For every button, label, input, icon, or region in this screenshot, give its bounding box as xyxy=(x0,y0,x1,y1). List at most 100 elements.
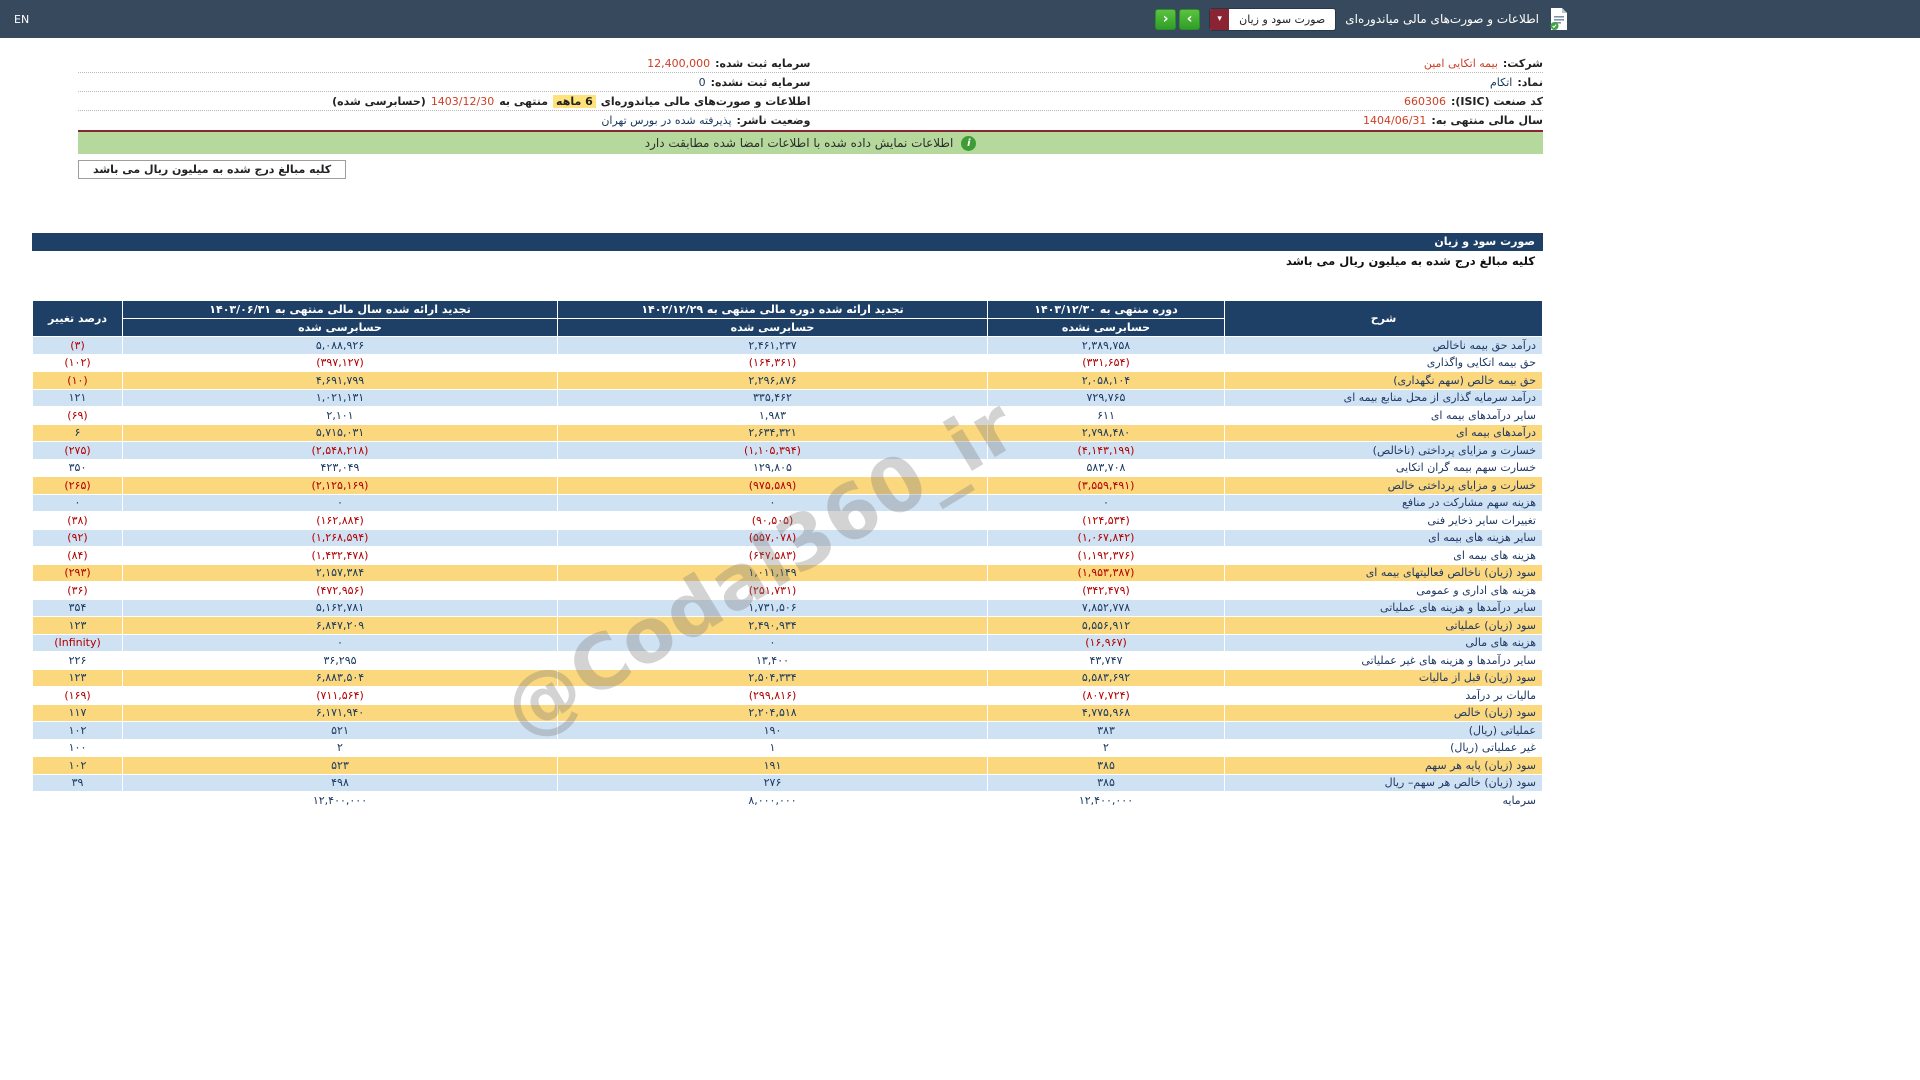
isic-value: 660306 xyxy=(1403,94,1446,108)
unit-note-box: کلیه مبالغ درج شده به میلیون ریال می باش… xyxy=(78,160,347,179)
subheader-unaudited: حسابرسی نشده xyxy=(987,318,1225,337)
subheader-audited-period: حسابرسی شده xyxy=(557,318,988,337)
cell-current-period: ۵۸۳,۷۰۸ xyxy=(987,458,1225,477)
cell-restated-year: (۱,۴۳۲,۴۷۸) xyxy=(122,546,558,565)
cell-description: سود (زیان) قبل از مالیات xyxy=(1224,668,1543,687)
table-row: درآمدهای بیمه ای ۲,۷۹۸,۴۸۰ ۲,۶۳۴,۳۲۱ ۵,۷۱۵,… xyxy=(32,423,1543,442)
cell-change-percent: ۱۰۲ xyxy=(32,756,123,775)
cell-restated-period: ۱,۹۸۳ xyxy=(557,406,988,425)
topbar: اطلاعات و صورت‌های مالی میاندوره‌ای صورت… xyxy=(0,0,1920,38)
cell-current-period: ۱۲,۴۰۰,۰۰۰ xyxy=(987,791,1225,810)
table-row: سود (زیان) قبل از مالیات ۵,۵۸۳,۶۹۲ ۲,۵۰۴,۳… xyxy=(32,668,1543,687)
cell-restated-period: ۲,۵۰۴,۳۳۴ xyxy=(557,668,988,687)
cell-change-percent: ۱۲۳ xyxy=(32,668,123,687)
fiscal-year-label: سال مالی منتهی به: xyxy=(1431,114,1543,127)
cell-restated-period: ۸,۰۰۰,۰۰۰ xyxy=(557,791,988,810)
cell-restated-year: ۱۲,۴۰۰,۰۰۰ xyxy=(122,791,558,810)
cell-restated-year: ۵۲۳ xyxy=(122,756,558,775)
next-statement-button[interactable]: › xyxy=(1155,8,1177,30)
table-row: تغییرات سایر ذخایر فنی (۱۲۴,۵۳۴) (۹۰,۵۰۵)(… xyxy=(32,511,1543,530)
subheader-audited-year: حسابرسی شده xyxy=(122,318,558,337)
registered-capital-field: سرمایه ثبت شده: 12,400,000 xyxy=(78,56,811,70)
cell-restated-year: ۶,۸۸۳,۵۰۴ xyxy=(122,668,558,687)
interim-mid: منتهی به xyxy=(499,94,549,108)
cell-change-percent: (۶۹) xyxy=(32,406,123,425)
statement-section: صورت سود و زیان کلیه مبالغ درج شده به می… xyxy=(32,233,1543,810)
cell-restated-year: (۷۱۱,۵۶۴) xyxy=(122,686,558,705)
cell-restated-period: ۱۲۹,۸۰۵ xyxy=(557,458,988,477)
cell-current-period: (۱,۹۵۳,۳۸۷) xyxy=(987,563,1225,582)
table-row: درآمد سرمایه گذاری از محل منابع بیمه ای ۷… xyxy=(32,388,1543,407)
cell-restated-period: ۱ xyxy=(557,738,988,757)
chevron-right-icon: › xyxy=(1162,11,1169,27)
info-row: شرکت: بیمه اتکایی امین سرمایه ثبت شده: 1… xyxy=(78,54,1543,73)
info-icon: i xyxy=(961,135,977,151)
cell-restated-period: ۲۷۶ xyxy=(557,773,988,792)
symbol-label: نماد: xyxy=(1517,75,1543,89)
cell-restated-period: (۹۰,۵۰۵) xyxy=(557,511,988,530)
table-row: سود (زیان) خالص ۴,۷۷۵,۹۶۸ ۲,۲۰۴,۵۱۸ ۶,۱۷۱,۹… xyxy=(32,703,1543,722)
cell-current-period: (۱,۰۶۷,۸۴۲) xyxy=(987,528,1225,547)
cell-description: سود (زیان) خالص xyxy=(1224,703,1543,722)
cell-description: حق بیمه اتکایی واگذاری xyxy=(1224,353,1543,372)
cell-current-period: ۲,۷۹۸,۴۸۰ xyxy=(987,423,1225,442)
info-row: نماد: اتکام سرمایه ثبت نشده: 0 xyxy=(78,73,1543,92)
table-row: هزینه های اداری و عمومی (۳۴۲,۴۷۹) (۲۵۱,۷۳۱… xyxy=(32,581,1543,600)
registered-capital-label: سرمایه ثبت شده: xyxy=(715,56,811,70)
cell-restated-year: (۳۹۷,۱۲۷) xyxy=(122,353,558,372)
cell-current-period: ۳۸۵ xyxy=(987,773,1225,792)
report-icon[interactable] xyxy=(1549,7,1569,31)
interim-statement-field: اطلاعات و صورت‌های مالی میاندوره‌ای 6 ما… xyxy=(78,94,811,108)
cell-restated-period: ۲,۴۶۱,۲۳۷ xyxy=(557,336,988,355)
cell-current-period: (۸۰۷,۷۲۴) xyxy=(987,686,1225,705)
cell-description: غیر عملیاتی (ریال) xyxy=(1224,738,1543,757)
col-header-current-period: دوره منتهی به ۱۴۰۳/۱۲/۳۰ xyxy=(987,300,1225,319)
table-row: سود (زیان) پایه هر سهم ۳۸۵ ۱۹۱ ۵۲۳ ۱۰۲ xyxy=(32,756,1543,775)
statement-select-value: صورت سود و زیان xyxy=(1239,12,1326,26)
cell-description: هزینه های بیمه ای xyxy=(1224,546,1543,565)
cell-current-period: (۳۴۲,۴۷۹) xyxy=(987,581,1225,600)
isic-field: کد صنعت (ISIC): 660306 xyxy=(811,94,1543,108)
period-highlight: 6 ماهه xyxy=(553,94,596,108)
cell-description: سرمایه xyxy=(1224,791,1543,810)
table-row: سود (زیان) ناخالص فعالیتهای بیمه ای (۱,۹۵… xyxy=(32,563,1543,582)
cell-current-period: ۳۸۵ xyxy=(987,756,1225,775)
cell-change-percent: ۶ xyxy=(32,423,123,442)
cell-change-percent: (Infinity) xyxy=(32,633,123,652)
table-row: سود (زیان) عملیاتی ۵,۵۵۶,۹۱۲ ۲,۴۹۰,۹۳۴ ۶,۸۴… xyxy=(32,616,1543,635)
statement-select[interactable]: صورت سود و زیان ▾ xyxy=(1210,8,1336,30)
cell-current-period: (۴,۱۴۳,۱۹۹) xyxy=(987,441,1225,460)
cell-description: سود (زیان) عملیاتی xyxy=(1224,616,1543,635)
cell-restated-period: (۵۵۷,۰۷۸) xyxy=(557,528,988,547)
signed-match-notice: i اطلاعات نمایش داده شده با اطلاعات امضا… xyxy=(78,132,1543,154)
cell-change-percent: ۱۲۳ xyxy=(32,616,123,635)
table-row: هزینه های بیمه ای (۱,۱۹۲,۳۷۶) (۶۴۷,۵۸۳) (۱,… xyxy=(32,546,1543,565)
table-row: هزینه سهم مشارکت در منافع ۰ ۰ ۰ ۰ xyxy=(32,493,1543,512)
cell-restated-period: ۲,۲۹۶,۸۷۶ xyxy=(557,371,988,390)
cell-current-period: (۳,۵۵۹,۴۹۱) xyxy=(987,476,1225,495)
language-toggle[interactable]: EN xyxy=(14,13,29,26)
cell-restated-year: (۲,۱۲۵,۱۶۹) xyxy=(122,476,558,495)
cell-restated-year: ۶,۱۷۱,۹۴۰ xyxy=(122,703,558,722)
cell-restated-year: (۱,۲۶۸,۵۹۴) xyxy=(122,528,558,547)
cell-change-percent: (۳۶) xyxy=(32,581,123,600)
unregistered-capital-value: 0 xyxy=(698,75,706,89)
table-row: حق بیمه خالص (سهم نگهداری) ۲,۰۵۸,۱۰۴ ۲,۲۹۶… xyxy=(32,371,1543,390)
cell-description: حق بیمه خالص (سهم نگهداری) xyxy=(1224,371,1543,390)
col-header-restated-year: تجدید ارائه شده سال مالی منتهی به ۱۴۰۳/۰… xyxy=(122,300,558,319)
cell-restated-period: ۱۳,۴۰۰ xyxy=(557,651,988,670)
cell-restated-period: (۶۴۷,۵۸۳) xyxy=(557,546,988,565)
cell-restated-period: (۲۹۹,۸۱۶) xyxy=(557,686,988,705)
profit-loss-table: شرح دوره منتهی به ۱۴۰۳/۱۲/۳۰ تجدید ارائه… xyxy=(32,300,1543,810)
cell-current-period: ۷,۸۵۲,۷۷۸ xyxy=(987,598,1225,617)
cell-current-period: ۴۳,۷۴۷ xyxy=(987,651,1225,670)
issuer-status-value: پذیرفته شده در بورس تهران xyxy=(601,114,732,127)
cell-change-percent: (۹۲) xyxy=(32,528,123,547)
prev-statement-button[interactable]: ‹ xyxy=(1179,8,1201,30)
cell-current-period: ۲ xyxy=(987,738,1225,757)
cell-restated-year: ۲,۱۰۱ xyxy=(122,406,558,425)
cell-restated-year: ۵,۷۱۵,۰۳۱ xyxy=(122,423,558,442)
table-row: خسارت سهم بیمه گران اتکایی ۵۸۳,۷۰۸ ۱۲۹,۸۰۵… xyxy=(32,458,1543,477)
statement-unit-note: کلیه مبالغ درج شده به میلیون ریال می باش… xyxy=(32,251,1543,270)
cell-change-percent: (۲۶۵) xyxy=(32,476,123,495)
